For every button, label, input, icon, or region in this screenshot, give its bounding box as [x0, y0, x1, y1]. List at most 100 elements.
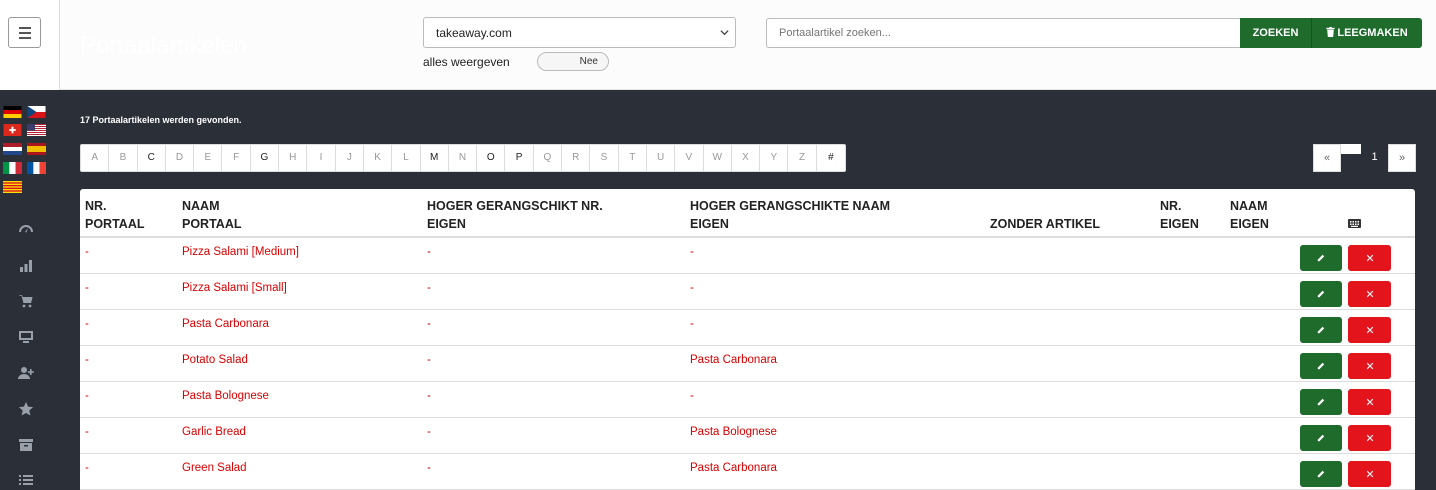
pager-next[interactable]: »	[1388, 144, 1416, 172]
delete-button[interactable]	[1348, 281, 1391, 307]
edit-button[interactable]	[1300, 317, 1342, 343]
cell-naam-portaal[interactable]: Potato Salad	[182, 354, 248, 366]
hamburger-menu-button[interactable]	[8, 17, 41, 48]
alphabet-letter[interactable]: D	[166, 145, 195, 171]
star-icon[interactable]	[17, 400, 35, 418]
alphabet-letter[interactable]: L	[392, 145, 421, 171]
header-naam-portaal[interactable]: NAAM PORTAAL	[182, 197, 242, 233]
alphabet-letter[interactable]: I	[307, 145, 336, 171]
fr-flag-icon[interactable]	[27, 162, 46, 174]
ch-flag-icon[interactable]	[3, 124, 22, 136]
clear-button[interactable]: LEEGMAKEN	[1311, 18, 1422, 48]
cell-naam-portaal[interactable]: Garlic Bread	[182, 426, 246, 438]
cell-hoger-nr: -	[427, 282, 431, 294]
cell-naam-portaal[interactable]: Pasta Carbonara	[182, 318, 269, 330]
show-all-toggle[interactable]: Nee	[537, 52, 609, 71]
pager-current[interactable]: 1	[1361, 144, 1388, 172]
header-nr-portaal[interactable]: NR. PORTAAL	[85, 197, 145, 233]
cell-naam-portaal[interactable]: Pasta Bolognese	[182, 390, 269, 402]
alphabet-letter[interactable]: A	[81, 145, 110, 171]
alphabet-letter[interactable]: F	[222, 145, 251, 171]
es-flag-icon[interactable]	[27, 143, 46, 155]
alphabet-letter[interactable]: Z	[788, 145, 817, 171]
dashboard-icon[interactable]	[17, 221, 35, 239]
cell-hoger-nr: -	[427, 246, 431, 258]
catalonia-flag-icon[interactable]	[3, 181, 22, 193]
alphabet-letter[interactable]: S	[590, 145, 619, 171]
pencil-icon	[1317, 465, 1325, 483]
edit-button[interactable]	[1300, 461, 1342, 487]
edit-button[interactable]	[1300, 245, 1342, 271]
edit-button[interactable]	[1300, 389, 1342, 415]
alphabet-letter[interactable]: M	[421, 145, 449, 171]
table-body: - Pizza Salami [Medium] - - - Pizza Salami [S…	[80, 238, 1415, 490]
delete-button[interactable]	[1348, 353, 1391, 379]
delete-button[interactable]	[1348, 425, 1391, 451]
portal-select[interactable]: takeaway.com	[423, 17, 736, 48]
header-hoger-nr[interactable]: HOGER GERANGSCHIKT NR. EIGEN	[427, 197, 603, 233]
search-input[interactable]	[766, 18, 1241, 48]
pencil-icon	[1317, 357, 1325, 375]
table-header: NR. PORTAAL NAAM PORTAAL HOGER GERANGSCHIK…	[80, 189, 1415, 238]
cart-icon[interactable]	[17, 292, 35, 310]
alphabet-letter[interactable]: B	[109, 145, 138, 171]
alphabet-letter[interactable]: C	[138, 145, 166, 171]
alphabet-letter[interactable]: #	[817, 145, 845, 171]
edit-button[interactable]	[1300, 281, 1342, 307]
menu-line	[18, 26, 31, 29]
portal-select-value: takeaway.com	[436, 26, 512, 40]
nl-flag-icon[interactable]	[3, 143, 22, 155]
menu-line	[18, 31, 31, 34]
header-line: NAAM	[1230, 199, 1268, 213]
edit-button[interactable]	[1300, 353, 1342, 379]
search-button[interactable]: ZOEKEN	[1240, 18, 1311, 48]
alphabet-letter[interactable]: K	[364, 145, 393, 171]
cz-flag-icon[interactable]	[27, 106, 46, 118]
delete-button[interactable]	[1348, 317, 1391, 343]
add-user-icon[interactable]	[17, 364, 35, 382]
alphabet-letter[interactable]: N	[449, 145, 478, 171]
alphabet-letter[interactable]: H	[279, 145, 308, 171]
alphabet-letter[interactable]: X	[732, 145, 761, 171]
header-line: EIGEN	[427, 217, 466, 231]
header-naam-eigen[interactable]: NAAM EIGEN	[1230, 197, 1269, 233]
delete-button[interactable]	[1348, 245, 1391, 271]
alphabet-letter[interactable]: O	[477, 145, 506, 171]
cell-naam-portaal[interactable]: Pizza Salami [Small]	[182, 282, 287, 294]
list-icon[interactable]	[17, 471, 35, 489]
header-line: PORTAAL	[85, 217, 145, 231]
alphabet-letter[interactable]: W	[704, 145, 732, 171]
bar-chart-icon[interactable]	[17, 257, 35, 275]
alphabet-letter[interactable]: P	[505, 145, 534, 171]
edit-button[interactable]	[1300, 425, 1342, 451]
alphabet-letter[interactable]: V	[675, 145, 704, 171]
pencil-icon	[1317, 429, 1325, 447]
chevron-down-icon	[720, 30, 729, 36]
cell-naam-portaal[interactable]: Green Salad	[182, 462, 247, 474]
alphabet-letter[interactable]: R	[562, 145, 591, 171]
alphabet-letter[interactable]: Q	[534, 145, 563, 171]
alphabet-letter[interactable]: E	[194, 145, 223, 171]
header-line: EIGEN	[1160, 217, 1199, 231]
alphabet-letter[interactable]: U	[647, 145, 676, 171]
it-flag-icon[interactable]	[3, 162, 22, 174]
header-nr-eigen[interactable]: NR. EIGEN	[1160, 197, 1199, 233]
de-flag-icon[interactable]	[3, 106, 22, 118]
table-row: - Pasta Bolognese - -	[80, 382, 1415, 418]
alphabet-letter[interactable]: T	[619, 145, 647, 171]
us-flag-icon[interactable]	[27, 124, 46, 136]
pager-prev[interactable]: «	[1313, 144, 1341, 172]
alphabet-letter[interactable]: G	[251, 145, 280, 171]
archive-icon[interactable]	[17, 436, 35, 454]
alphabet-letter[interactable]: J	[336, 145, 364, 171]
cell-hoger-nr: -	[427, 390, 431, 402]
header-zonder-artikel[interactable]: ZONDER ARTIKEL	[990, 215, 1100, 233]
delete-button[interactable]	[1348, 461, 1391, 487]
cell-naam-portaal[interactable]: Pizza Salami [Medium]	[182, 246, 299, 258]
cell-nr-portaal: -	[85, 462, 89, 474]
alphabet-letter[interactable]: Y	[760, 145, 789, 171]
header-hoger-naam[interactable]: HOGER GERANGSCHIKTE NAAM EIGEN	[690, 197, 890, 233]
articles-table: NR. PORTAAL NAAM PORTAAL HOGER GERANGSCHIK…	[80, 189, 1415, 490]
delete-button[interactable]	[1348, 389, 1391, 415]
monitor-icon[interactable]	[17, 328, 35, 346]
